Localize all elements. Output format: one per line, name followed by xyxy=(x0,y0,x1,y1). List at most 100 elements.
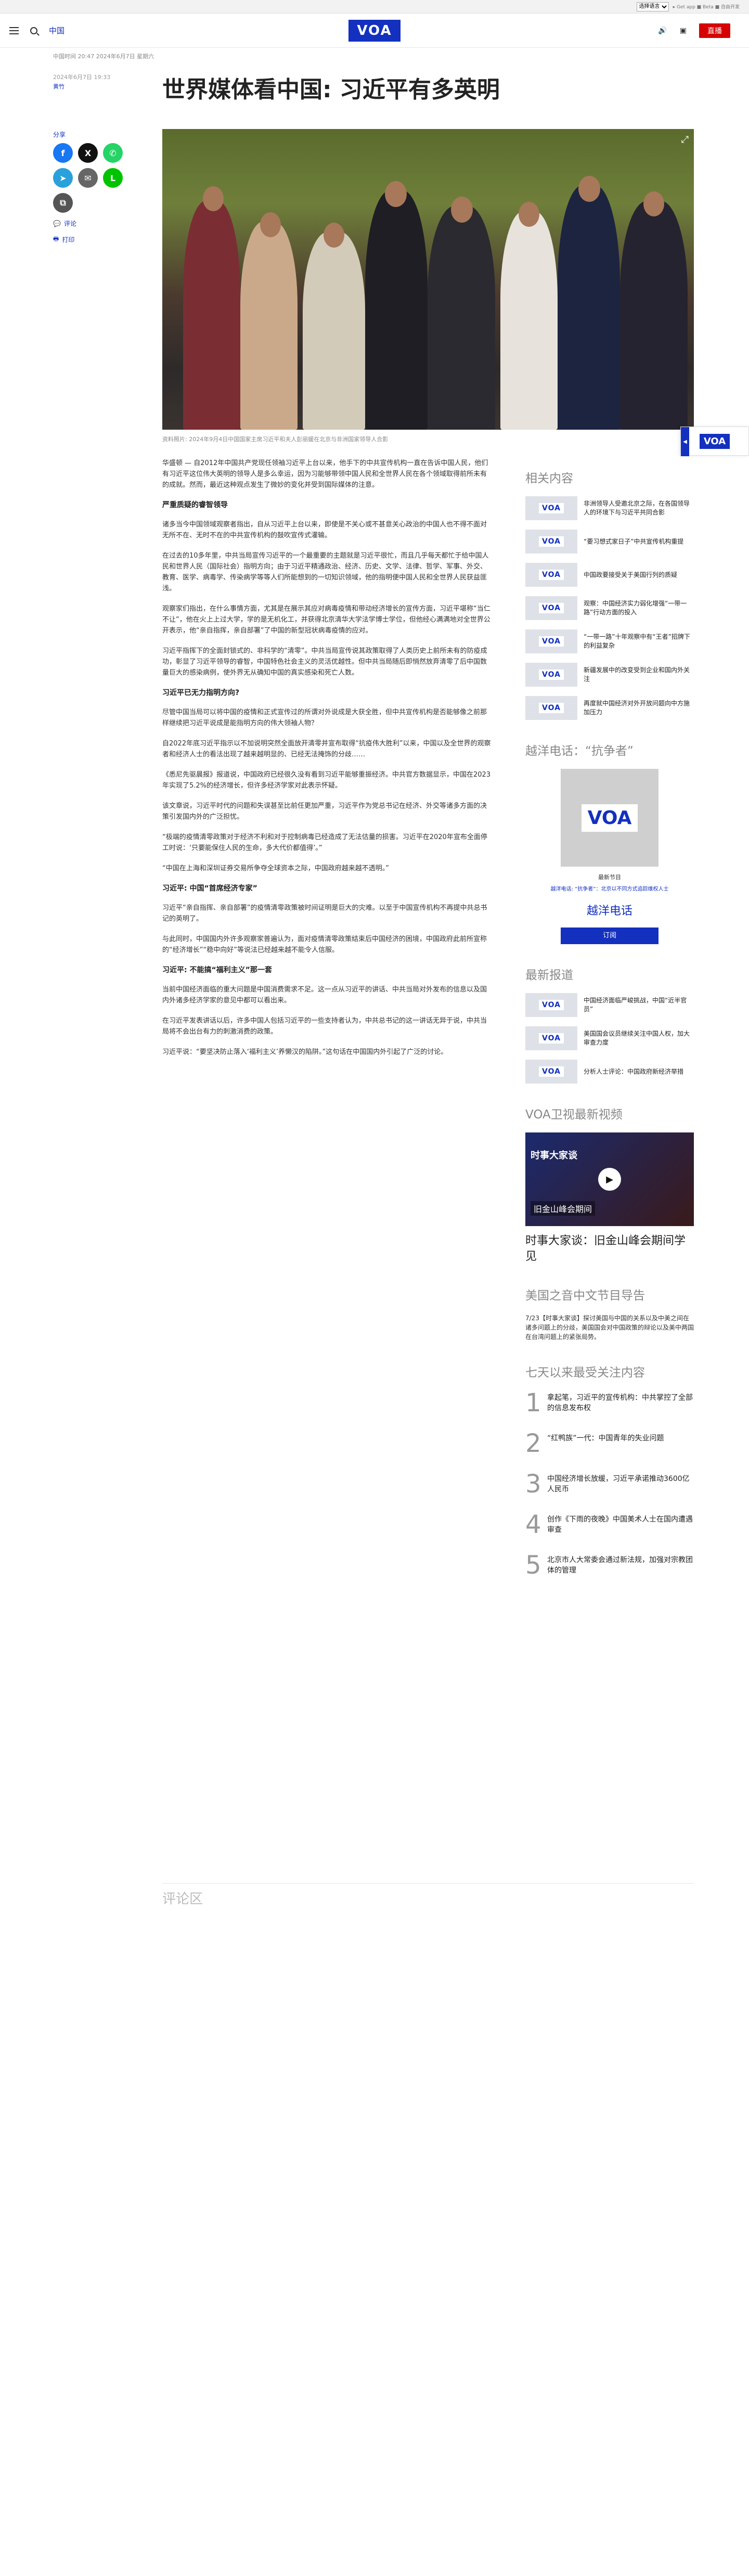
related-item[interactable]: VOA 观察：中国经济实力弱化增强“一带一路”行动方面的投入 xyxy=(525,596,694,620)
comments-link[interactable]: 💬 评论 xyxy=(53,219,121,228)
utility-bar: 选择语言 ▸ Get app ■ Beta ■ 自由开发 xyxy=(0,0,749,14)
floating-voa-tab[interactable]: ◀ VOA xyxy=(680,427,749,456)
share-panel: 分享 f X ✆ ➤ ✉ L ⧉ 💬 评论 🖶 打印 xyxy=(53,130,123,245)
thumbnail: VOA xyxy=(525,563,577,587)
article-dates: 2024年6月7日 19:33 黄竹 xyxy=(53,73,110,92)
divider xyxy=(162,1883,694,1884)
paragraph: 在过去的10多年里，中共当局宣传习近平的一个最重要的主题就是习近平很忙，而且几乎… xyxy=(162,552,489,593)
latest-item[interactable]: VOA 中国经济面临严峻挑战，中国“近半官员” xyxy=(525,993,694,1017)
image-caption: 资料照片: 2024年9月4日中国国家主席习近平和夫人彭丽媛在北京与非洲国家领导… xyxy=(162,436,389,443)
voa-logo[interactable]: VOA xyxy=(348,19,401,42)
paragraph: 习近平说：“要坚决防止落入‘福利主义’养懒汉的陷阱。”这句话在中国国内外引起了广… xyxy=(162,1048,448,1056)
video-label: 时事大家谈 xyxy=(531,1150,577,1161)
audio-icon[interactable]: 🔊 xyxy=(658,27,667,35)
article-meta-line: 中国时间 20:47 2024年6月7日 星期六 xyxy=(53,53,154,60)
paragraph: “中国在上海和深圳证券交易所争夺全球资本之际，中国政府越来越不透明。” xyxy=(162,865,389,872)
video-thumbnail[interactable]: 时事大家谈 ▶ 旧金山峰会期间 xyxy=(525,1132,694,1226)
subheading: 习近平: 中国“首席经济专家” xyxy=(162,884,257,893)
thumbnail: VOA xyxy=(525,496,577,520)
related-item[interactable]: VOA 再度就中国经济对外开放问题向中方施加压力 xyxy=(525,696,694,720)
print-link[interactable]: 🖶 打印 xyxy=(53,234,121,245)
latest-item[interactable]: VOA 分析人士评论：中国政府新经济举措 xyxy=(525,1060,694,1084)
share-label: 分享 xyxy=(53,131,66,138)
paragraph: 在习近平发表讲话以后，许多中国人包括习近平的一些支持者认为，中共总书记的这一讲话… xyxy=(162,1017,487,1036)
podcast-small-label: 最新节目 xyxy=(598,874,621,881)
email-icon[interactable]: ✉ xyxy=(78,168,98,188)
podcast-heading: 越洋电话：“抗争者” xyxy=(525,744,634,758)
paragraph: 《悉尼先驱晨报》报道说，中国政府已经很久没有看到习近平能够重振经济。中共官方数据… xyxy=(162,771,491,790)
thumbnail: VOA xyxy=(525,663,577,687)
paragraph: “极端的疫情清零政策对于经济不利和对于控制病毒已经造成了无法估量的损害。习近平在… xyxy=(162,833,487,852)
paragraph: 当前中国经济面临的重大问题是中国消费需求不足。这一点从习近平的讲话、中共当局对外… xyxy=(162,986,487,1004)
util-links[interactable]: ▸ Get app ■ Beta ■ 自由开发 xyxy=(673,3,740,10)
comments-section-title: 评论区 xyxy=(162,1891,203,1907)
publish-date: 2024年6月7日 19:33 xyxy=(53,74,111,81)
live-button[interactable]: 直播 xyxy=(699,23,730,38)
paragraph: 习近平指挥下的全面封锁式的、非科学的“清零”。中共当局宣传说其政策取得了人类历史… xyxy=(162,647,487,677)
related-item[interactable]: VOA 非洲领导人受邀北京之际，在各国领导人的环境下与习近平共同合影 xyxy=(525,496,694,520)
related-item[interactable]: VOA “要习想式家日子”中共宣传机构重提 xyxy=(525,530,694,553)
telegram-icon[interactable]: ➤ xyxy=(53,168,73,188)
subscribe-button[interactable]: 订阅 xyxy=(561,928,658,944)
program-description: 7/23【时事大家谈】探讨美国与中国的关系以及中美之间在诸多问题上的分歧，美国国… xyxy=(525,1315,694,1341)
subheading: 严重质疑的睿智领导 xyxy=(162,501,228,509)
search-icon[interactable] xyxy=(30,27,37,34)
thumbnail: VOA xyxy=(525,1026,577,1050)
print-icon: 🖶 xyxy=(53,235,59,242)
popular-item[interactable]: 3 中国经济增长放缓，习近平承诺推动3600亿人民币 xyxy=(525,1472,694,1497)
paragraph: 自2022年底习近平指示以不加说明突然全面放开清零并宣布取得“抗疫伟大胜利”以来… xyxy=(162,740,491,758)
related-item[interactable]: VOA “一带一路”十年观察中有“王者”招牌下的利益复杂 xyxy=(525,629,694,653)
popular-heading: 七天以来最受关注内容 xyxy=(525,1366,645,1380)
menu-icon[interactable] xyxy=(9,27,19,34)
section-nav-label[interactable]: 中国 xyxy=(49,25,64,36)
podcast-name[interactable]: 越洋电话 xyxy=(525,901,694,918)
copy-link-icon[interactable]: ⧉ xyxy=(53,193,73,213)
popular-item[interactable]: 2 “红鸭族”一代：中国青年的失业问题 xyxy=(525,1431,694,1456)
podcast-episode-link[interactable]: 越洋电话: “抗争者”：北京以不同方式追踪维权人士 xyxy=(525,884,694,892)
thumbnail: VOA xyxy=(525,1060,577,1084)
facebook-icon[interactable]: f xyxy=(53,143,73,163)
related-heading: 相关内容 xyxy=(525,472,573,485)
whatsapp-icon[interactable]: ✆ xyxy=(103,143,123,163)
sidebar: 相关内容 VOA 非洲领导人受邀北京之际，在各国领导人的环境下与习近平共同合影 V… xyxy=(525,468,694,1593)
related-item[interactable]: VOA 新疆发展中的改变受到企业和国内外关注 xyxy=(525,663,694,687)
thumbnail: VOA xyxy=(525,596,577,620)
thumbnail: VOA xyxy=(525,993,577,1017)
subheading: 习近平已无力指明方向? xyxy=(162,689,240,697)
popular-item[interactable]: 1 拿起笔，习近平的宣传机构：中共掌控了全部的信息发布权 xyxy=(525,1390,694,1415)
podcast-thumbnail[interactable]: VOA xyxy=(561,769,658,867)
video-icon[interactable]: ▣ xyxy=(680,27,687,35)
thumbnail: VOA xyxy=(525,629,577,653)
paragraph: 尽管中国当局可以将中国的疫情和正式宣传过的所谓对外说成是大获全胜，但中共宣传机构… xyxy=(162,709,487,727)
thumbnail: VOA xyxy=(525,530,577,553)
hero-image: ⤢ xyxy=(162,129,694,430)
comment-icon: 💬 xyxy=(53,220,61,227)
article-body: 华盛顿 — 自2012年中国共产党现任领袖习近平上台以来，他手下的中共宣传机构一… xyxy=(162,458,493,1067)
language-select[interactable]: 选择语言 xyxy=(636,2,669,11)
program-heading: 美国之音中文节目导告 xyxy=(525,1289,645,1303)
video-subtitle: 旧金山峰会期间 xyxy=(531,1201,596,1216)
latest-heading: 最新报道 xyxy=(525,969,573,982)
video-title[interactable]: 时事大家谈：旧金山峰会期间学见 xyxy=(525,1233,694,1265)
expand-icon[interactable]: ⤢ xyxy=(681,134,689,145)
video-heading: VOA卫视最新视频 xyxy=(525,1108,623,1122)
page-title: 世界媒体看中国: 习近平有多英明 xyxy=(162,76,500,103)
site-header: 中国 VOA 🔊 ▣ 直播 xyxy=(0,14,749,48)
popular-item[interactable]: 5 北京市人大常委会通过新法规，加强对宗教团体的管理 xyxy=(525,1553,694,1578)
line-icon[interactable]: L xyxy=(103,168,123,188)
popular-item[interactable]: 4 创作《下雨的夜晚》中国美术人士在国内遭遇审查 xyxy=(525,1512,694,1537)
author-link[interactable]: 黄竹 xyxy=(53,82,110,92)
voa-mini-logo: VOA xyxy=(699,433,730,449)
subheading: 习近平: 不能搞“福利主义”那一套 xyxy=(162,966,272,974)
chevron-left-icon: ◀ xyxy=(681,427,689,456)
latest-item[interactable]: VOA 美国国会议员继续关注中国人权，加大审查力度 xyxy=(525,1026,694,1050)
paragraph: 华盛顿 — 自2012年中国共产党现任领袖习近平上台以来，他手下的中共宣传机构一… xyxy=(162,459,488,489)
thumbnail: VOA xyxy=(525,696,577,720)
play-icon[interactable]: ▶ xyxy=(598,1168,621,1191)
paragraph: 诸多当今中国领域观察者指出，自从习近平上台以来，即使是不关心或不甚意关心政治的中… xyxy=(162,521,487,539)
x-icon[interactable]: X xyxy=(78,143,98,163)
paragraph: 观察家们指出，在什么事情方面，尤其是在展示其应对病毒疫情和带动经济增长的宣传方面… xyxy=(162,605,490,635)
related-item[interactable]: VOA 中国政要接受关于美国行列的质疑 xyxy=(525,563,694,587)
paragraph: 习近平“亲自指挥、亲自部署”的疫情清零政策被时间证明是巨大的灾难。以至于中国宣传… xyxy=(162,904,487,923)
paragraph: 与此同时，中国国内外许多观察家普遍认为，面对疫情清零政策结束后中国经济的困境，中… xyxy=(162,935,487,954)
